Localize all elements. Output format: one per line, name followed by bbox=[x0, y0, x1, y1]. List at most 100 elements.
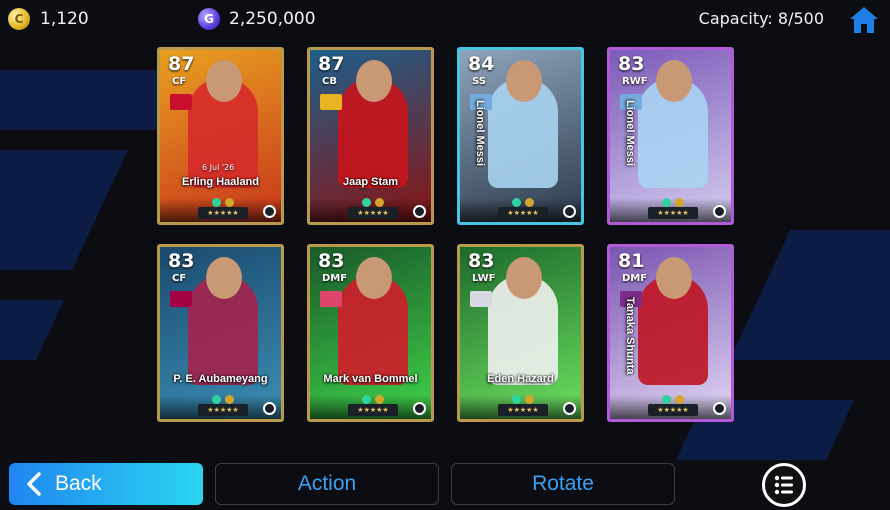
skill-dots bbox=[210, 198, 238, 207]
rotate-button-label: Rotate bbox=[532, 472, 594, 495]
skill-dots bbox=[510, 198, 538, 207]
list-menu-icon bbox=[774, 475, 793, 495]
player-rating: 83 bbox=[168, 250, 195, 272]
efootball-logo-icon bbox=[263, 402, 276, 415]
player-name: Lionel Messi bbox=[624, 100, 636, 167]
star-rating-icon: ★★★★★ bbox=[648, 404, 698, 416]
player-name: Lionel Messi bbox=[474, 100, 486, 167]
player-card[interactable]: 83 CF P. E. Aubameyang ★★★★★ bbox=[157, 244, 284, 422]
back-button-label: Back bbox=[55, 472, 102, 495]
club-badge-icon bbox=[470, 291, 492, 307]
player-position: CB bbox=[322, 76, 337, 87]
rotate-button[interactable]: Rotate bbox=[451, 463, 675, 505]
ecoin-icon: G bbox=[198, 8, 220, 30]
player-name: P. E. Aubameyang bbox=[173, 373, 268, 385]
player-card[interactable]: 81 DMF Tanaka Shunta ★★★★★ bbox=[607, 244, 734, 422]
star-rating-icon: ★★★★★ bbox=[648, 207, 698, 219]
efootball-logo-icon bbox=[563, 402, 576, 415]
player-rating: 87 bbox=[168, 53, 195, 75]
player-rating: 83 bbox=[468, 250, 495, 272]
skill-dot-icon bbox=[362, 198, 371, 207]
player-rating: 81 bbox=[618, 250, 645, 272]
card-date: 6 Jul '26 bbox=[202, 163, 235, 172]
player-rating: 83 bbox=[318, 250, 345, 272]
skill-dot-icon bbox=[525, 395, 534, 404]
ecoin-amount: 2,250,000 bbox=[229, 9, 316, 29]
player-position: LWF bbox=[472, 273, 496, 284]
background-stripe bbox=[0, 150, 128, 270]
player-card[interactable]: 87 CB Jaap Stam ★★★★★ bbox=[307, 47, 434, 225]
capacity-label: Capacity: 8/500 bbox=[698, 9, 824, 28]
player-head bbox=[206, 257, 242, 299]
player-rating: 83 bbox=[618, 53, 645, 75]
player-card[interactable]: 83 DMF Mark van Bommel ★★★★★ bbox=[307, 244, 434, 422]
club-badge-icon bbox=[170, 94, 192, 110]
player-position: RWF bbox=[622, 76, 648, 87]
club-badge-icon bbox=[170, 291, 192, 307]
player-position: CF bbox=[172, 273, 187, 284]
player-head bbox=[656, 60, 692, 102]
top-bar: C 1,120 G 2,250,000 Capacity: 8/500 bbox=[0, 0, 890, 40]
player-card[interactable]: 87 CF 6 Jul '26 Erling Haaland ★★★★★ bbox=[157, 47, 284, 225]
player-head bbox=[356, 257, 392, 299]
player-head bbox=[506, 60, 542, 102]
player-position: DMF bbox=[322, 273, 348, 284]
skill-dot-icon bbox=[512, 395, 521, 404]
skill-dot-icon bbox=[675, 395, 684, 404]
skill-dot-icon bbox=[212, 395, 221, 404]
skill-dots bbox=[510, 395, 538, 404]
skill-dot-icon bbox=[662, 395, 671, 404]
list-menu-button[interactable] bbox=[762, 463, 806, 507]
action-button[interactable]: Action bbox=[215, 463, 439, 505]
player-head bbox=[356, 60, 392, 102]
skill-dot-icon bbox=[225, 198, 234, 207]
player-position: SS bbox=[472, 76, 486, 87]
skill-dots bbox=[360, 198, 388, 207]
efootball-logo-icon bbox=[563, 205, 576, 218]
club-badge-icon bbox=[320, 291, 342, 307]
skill-dot-icon bbox=[525, 198, 534, 207]
efootball-logo-icon bbox=[713, 402, 726, 415]
player-name: Tanaka Shunta bbox=[624, 297, 636, 375]
skill-dot-icon bbox=[662, 198, 671, 207]
star-rating-icon: ★★★★★ bbox=[348, 207, 398, 219]
skill-dot-icon bbox=[375, 395, 384, 404]
player-name: Eden Hazard bbox=[487, 373, 554, 385]
player-position: CF bbox=[172, 76, 187, 87]
gp-amount: 1,120 bbox=[40, 9, 89, 29]
background-stripe bbox=[0, 300, 64, 360]
star-rating-icon: ★★★★★ bbox=[348, 404, 398, 416]
chevron-left-icon bbox=[27, 472, 41, 496]
player-head bbox=[506, 257, 542, 299]
efootball-logo-icon bbox=[413, 205, 426, 218]
player-rating: 84 bbox=[468, 53, 495, 75]
player-position: DMF bbox=[622, 273, 648, 284]
player-card[interactable]: 84 SS Lionel Messi ★★★★★ bbox=[457, 47, 584, 225]
star-rating-icon: ★★★★★ bbox=[198, 404, 248, 416]
action-button-label: Action bbox=[297, 472, 357, 495]
skill-dot-icon bbox=[225, 395, 234, 404]
skill-dots bbox=[660, 198, 688, 207]
efootball-logo-icon bbox=[713, 205, 726, 218]
star-rating-icon: ★★★★★ bbox=[498, 207, 548, 219]
skill-dot-icon bbox=[512, 198, 521, 207]
player-name: Mark van Bommel bbox=[323, 373, 418, 385]
star-rating-icon: ★★★★★ bbox=[498, 404, 548, 416]
skill-dots bbox=[660, 395, 688, 404]
skill-dots bbox=[210, 395, 238, 404]
player-head bbox=[206, 60, 242, 102]
efootball-logo-icon bbox=[413, 402, 426, 415]
player-card[interactable]: 83 LWF Eden Hazard ★★★★★ bbox=[457, 244, 584, 422]
gp-coin-icon: C bbox=[8, 8, 30, 30]
back-button[interactable]: Back bbox=[9, 463, 203, 505]
star-rating-icon: ★★★★★ bbox=[198, 207, 248, 219]
skill-dot-icon bbox=[362, 395, 371, 404]
player-rating: 87 bbox=[318, 53, 345, 75]
skill-dot-icon bbox=[675, 198, 684, 207]
player-card-grid: 87 CF 6 Jul '26 Erling Haaland ★★★★★ 87 CB Jaap… bbox=[157, 47, 737, 423]
player-head bbox=[656, 257, 692, 299]
skill-dots bbox=[360, 395, 388, 404]
player-card[interactable]: 83 RWF Lionel Messi ★★★★★ bbox=[607, 47, 734, 225]
home-icon[interactable] bbox=[848, 4, 880, 36]
efootball-logo-icon bbox=[263, 205, 276, 218]
